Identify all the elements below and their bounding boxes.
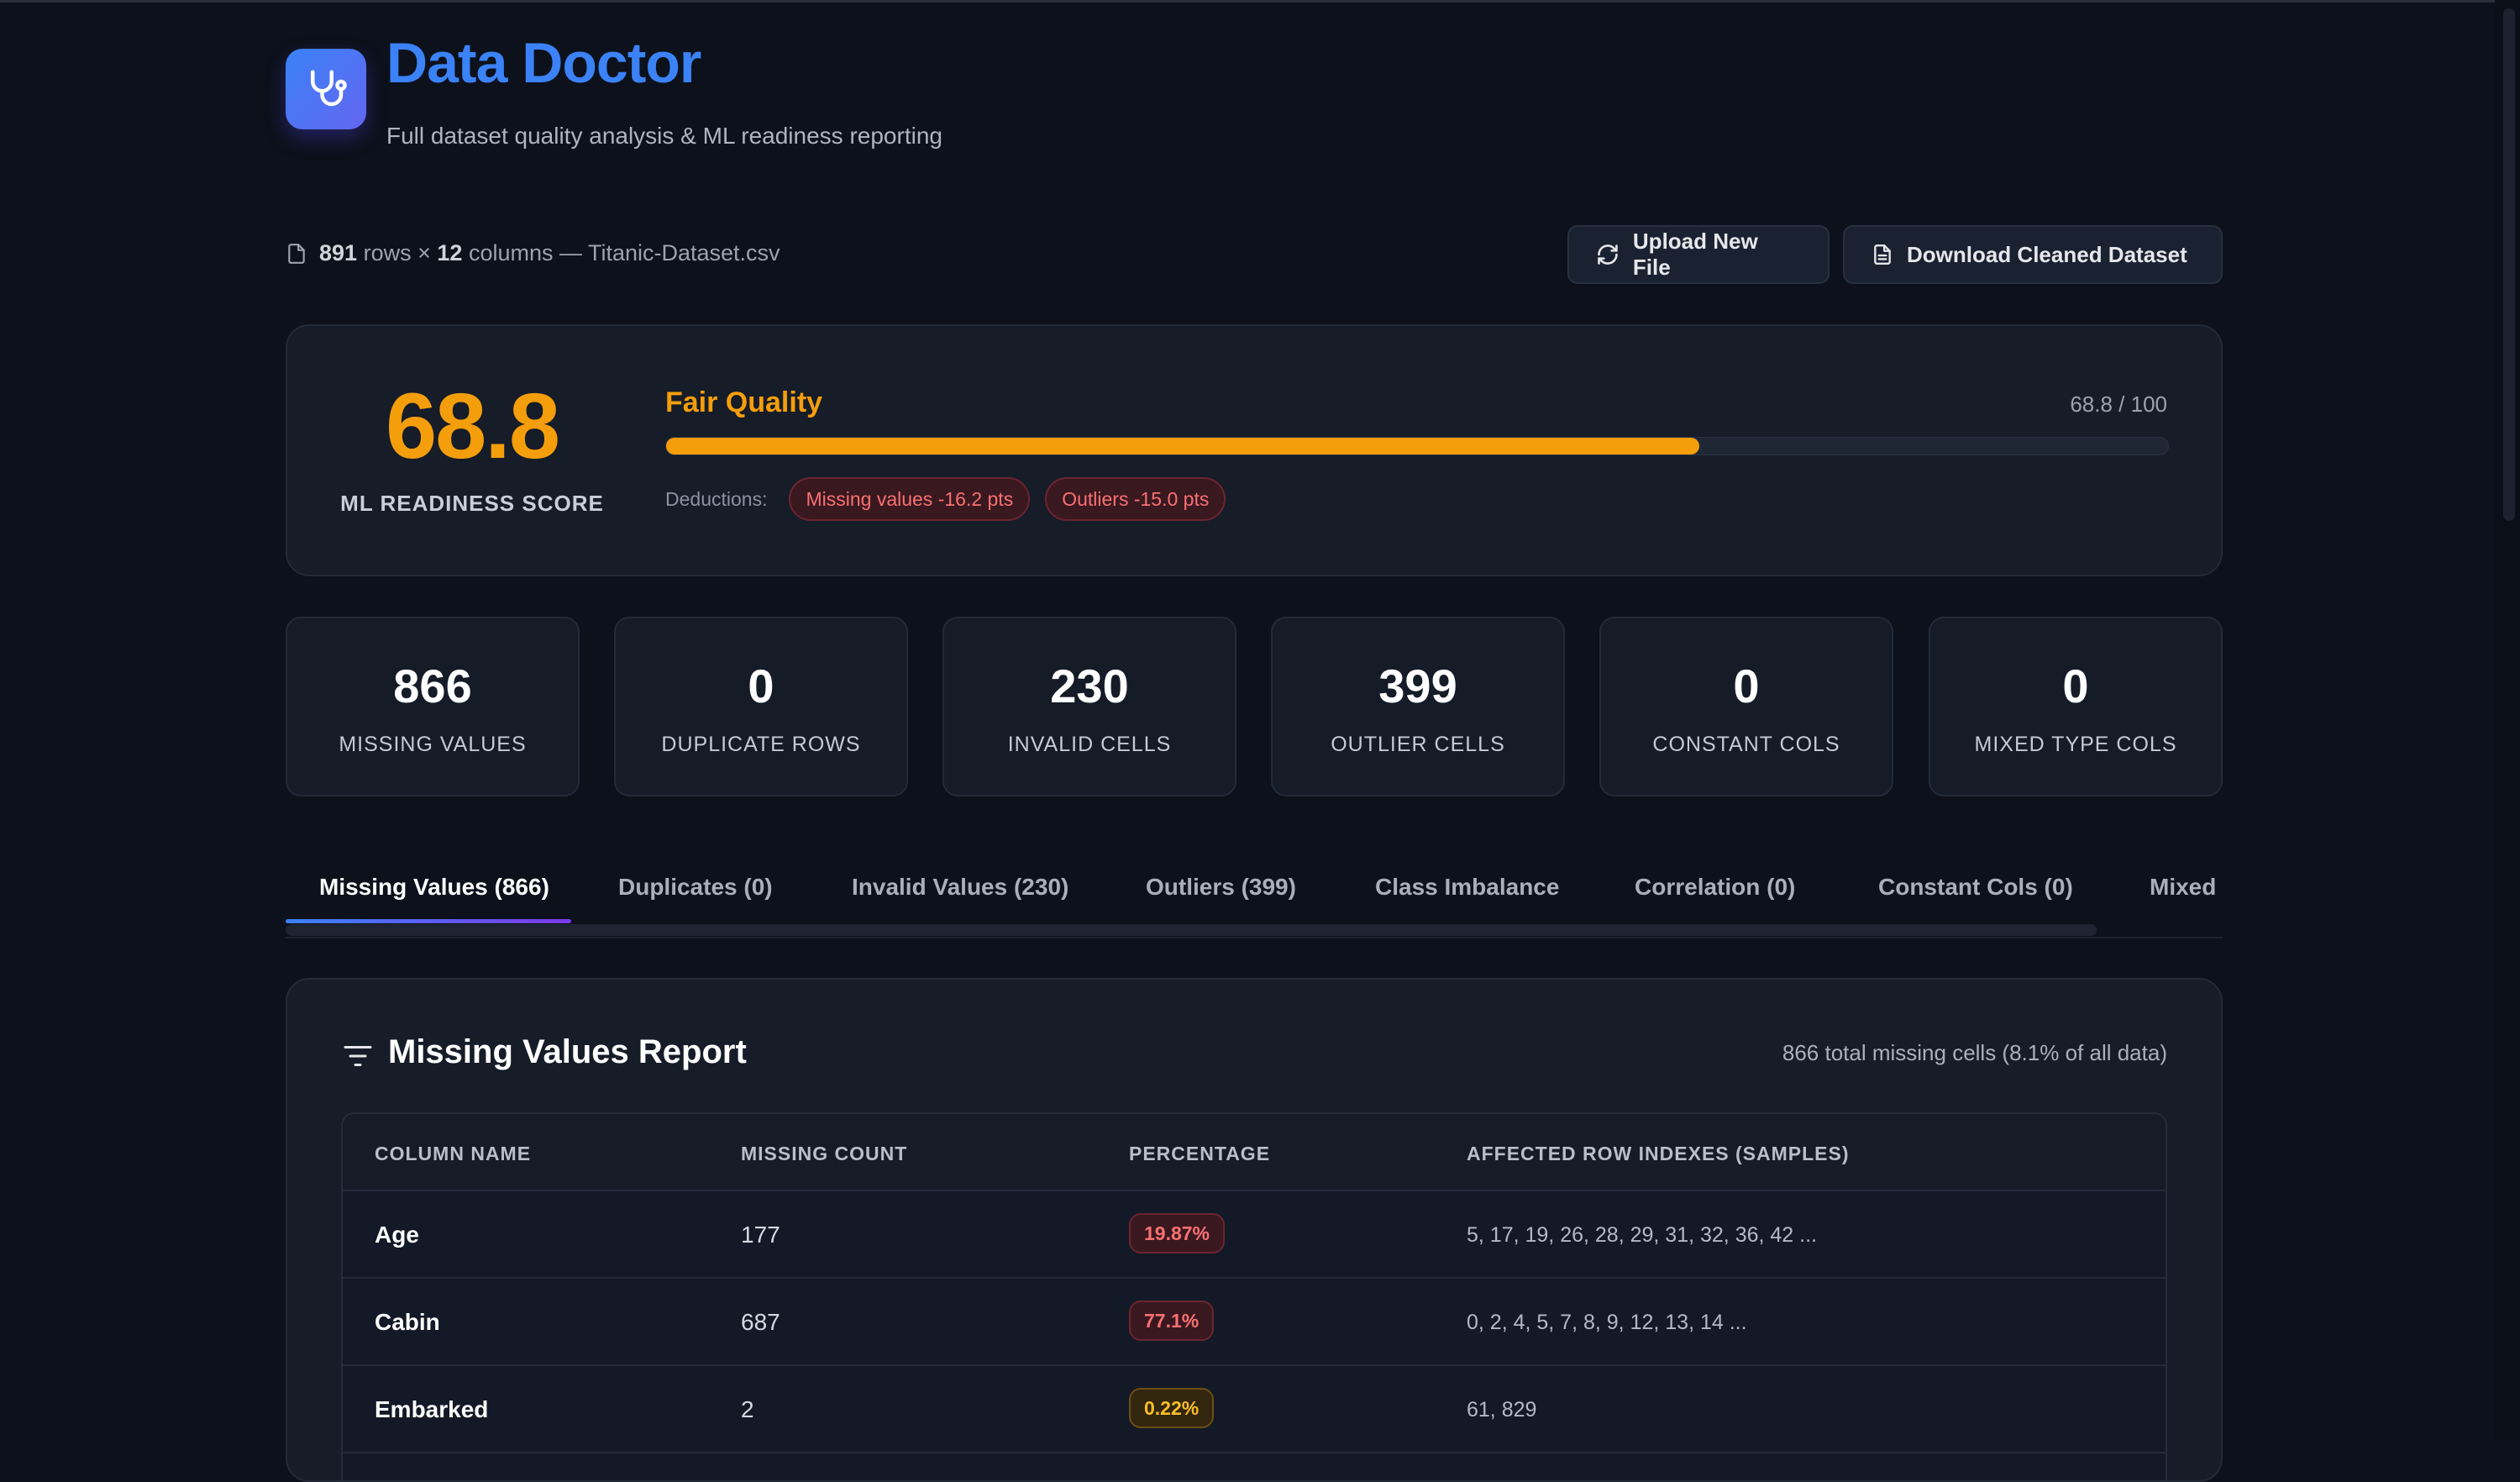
table-row: Embarked 2 0.22% 61, 829	[343, 1366, 2166, 1453]
cell-missing-count: 177	[741, 1222, 780, 1248]
tab-class-imbalance[interactable]: Class Imbalance	[1375, 874, 1559, 901]
cell-percentage-badge: 19.87%	[1129, 1213, 1226, 1253]
logo	[286, 49, 366, 129]
stethoscope-icon	[311, 70, 347, 107]
stat-card-invalid-cells: 230 INVALID CELLS	[942, 617, 1236, 796]
missing-values-table: COLUMN NAME MISSING COUNT PERCENTAGE AFF…	[341, 1112, 2167, 1480]
stat-label: CONSTANT COLS	[1652, 733, 1840, 756]
table-row: Cabin 687 77.1% 0, 2, 4, 5, 7, 8, 9, 12,…	[343, 1279, 2166, 1366]
refresh-icon	[1598, 244, 1618, 265]
stat-label: MIXED TYPE COLS	[1974, 733, 2177, 756]
active-tab-indicator	[286, 919, 571, 923]
stat-value: 0	[748, 660, 774, 712]
file-info: 891 rows × 12 columns — Titanic-Dataset.…	[286, 240, 780, 266]
tabs-divider	[286, 937, 2223, 938]
score-progress-fill	[666, 438, 1700, 455]
tab-duplicates[interactable]: Duplicates (0)	[618, 874, 773, 901]
cell-percentage-badge: 77.1%	[1129, 1301, 1215, 1341]
deduction-badge-outliers: Outliers -15.0 pts	[1045, 477, 1226, 521]
upload-new-file-button[interactable]: Upload New File	[1567, 225, 1830, 284]
cell-affected-rows: 5, 17, 19, 26, 28, 29, 31, 32, 36, 42 ..…	[1467, 1223, 1817, 1247]
ml-readiness-label: ML READINESS SCORE	[340, 491, 604, 516]
report-title: Missing Values Report	[388, 1033, 747, 1070]
stat-card-mixed-type-cols: 0 MIXED TYPE COLS	[1929, 617, 2223, 796]
file-name: columns — Titanic-Dataset.csv	[468, 240, 780, 265]
deduction-badge-missing: Missing values -16.2 pts	[789, 477, 1031, 521]
cell-affected-rows: 61, 829	[1467, 1398, 1537, 1422]
quality-label: Fair Quality	[665, 386, 823, 418]
tab-outliers[interactable]: Outliers (399)	[1146, 874, 1296, 901]
stat-card-duplicate-rows: 0 DUPLICATE ROWS	[614, 617, 908, 796]
cell-missing-count: 2	[741, 1396, 754, 1422]
upload-button-label: Upload New File	[1632, 229, 1758, 280]
filter-icon	[344, 1046, 372, 1066]
deductions-label: Deductions:	[665, 487, 768, 510]
stat-label: OUTLIER CELLS	[1331, 733, 1505, 756]
tab-correlation[interactable]: Correlation (0)	[1635, 874, 1795, 901]
stat-label: INVALID CELLS	[1007, 733, 1172, 756]
column-header-percentage: PERCENTAGE	[1129, 1143, 1271, 1164]
tab-mixed[interactable]: Mixed	[2150, 874, 2216, 901]
ml-readiness-score: 68.8	[385, 375, 560, 478]
download-cleaned-dataset-button[interactable]: Download Cleaned Dataset	[1843, 225, 2223, 284]
cell-missing-count: 687	[741, 1309, 780, 1335]
cell-percentage-badge: 0.22%	[1129, 1388, 1215, 1428]
stat-value: 866	[393, 660, 472, 712]
cell-column-name: Age	[375, 1222, 419, 1248]
stat-card-constant-cols: 0 CONSTANT COLS	[1599, 617, 1893, 796]
score-progress-bar	[665, 437, 2169, 455]
stat-card-missing-values: 866 MISSING VALUES	[286, 617, 580, 796]
stat-value: 230	[1050, 660, 1129, 712]
download-button-label: Download Cleaned Dataset	[1907, 241, 2187, 267]
file-rows-word: rows ×	[363, 240, 431, 265]
column-header-affected-rows: AFFECTED ROW INDEXES (SAMPLES)	[1467, 1143, 1850, 1164]
tabs-scrollbar[interactable]	[286, 924, 2097, 936]
file-icon	[288, 243, 305, 264]
file-row-count: 891	[319, 240, 358, 265]
table-header: COLUMN NAME MISSING COUNT PERCENTAGE AFF…	[343, 1114, 2166, 1191]
stat-label: MISSING VALUES	[339, 733, 527, 756]
stat-value: 0	[1733, 660, 1760, 712]
page-scrollbar-thumb[interactable]	[2503, 8, 2515, 521]
column-header-name: COLUMN NAME	[375, 1143, 532, 1164]
tab-constant-cols[interactable]: Constant Cols (0)	[1878, 874, 2073, 901]
app-title: Data Doctor	[386, 31, 701, 95]
column-header-missing-count: MISSING COUNT	[741, 1143, 908, 1164]
document-icon	[1874, 244, 1891, 265]
deductions: Deductions: Missing values -16.2 pts Out…	[665, 477, 1226, 521]
file-column-count: 12	[437, 240, 463, 265]
app-subtitle: Full dataset quality analysis & ML readi…	[386, 123, 942, 149]
page-scrollbar[interactable]	[2495, 0, 2520, 1440]
tab-invalid-values[interactable]: Invalid Values (230)	[852, 874, 1068, 901]
quality-score-out-of: 68.8 / 100	[2070, 392, 2167, 417]
ml-readiness-card: 68.8 ML READINESS SCORE Fair Quality 68.…	[286, 324, 2223, 576]
window-top-border	[0, 0, 2520, 3]
tab-missing-values[interactable]: Missing Values (866)	[319, 874, 549, 901]
stat-card-outlier-cells: 399 OUTLIER CELLS	[1271, 617, 1565, 796]
table-row: Age 177 19.87% 5, 17, 19, 26, 28, 29, 31…	[343, 1191, 2166, 1279]
cell-column-name: Cabin	[375, 1309, 440, 1335]
missing-values-report: Missing Values Report 866 total missing …	[286, 978, 2223, 1482]
report-summary: 866 total missing cells (8.1% of all dat…	[1782, 1040, 2167, 1065]
stat-value: 0	[2062, 660, 2089, 712]
stat-value: 399	[1378, 660, 1457, 712]
stat-label: DUPLICATE ROWS	[661, 733, 861, 756]
cell-affected-rows: 0, 2, 4, 5, 7, 8, 9, 12, 13, 14 ...	[1467, 1311, 1747, 1334]
cell-column-name: Embarked	[375, 1396, 489, 1422]
